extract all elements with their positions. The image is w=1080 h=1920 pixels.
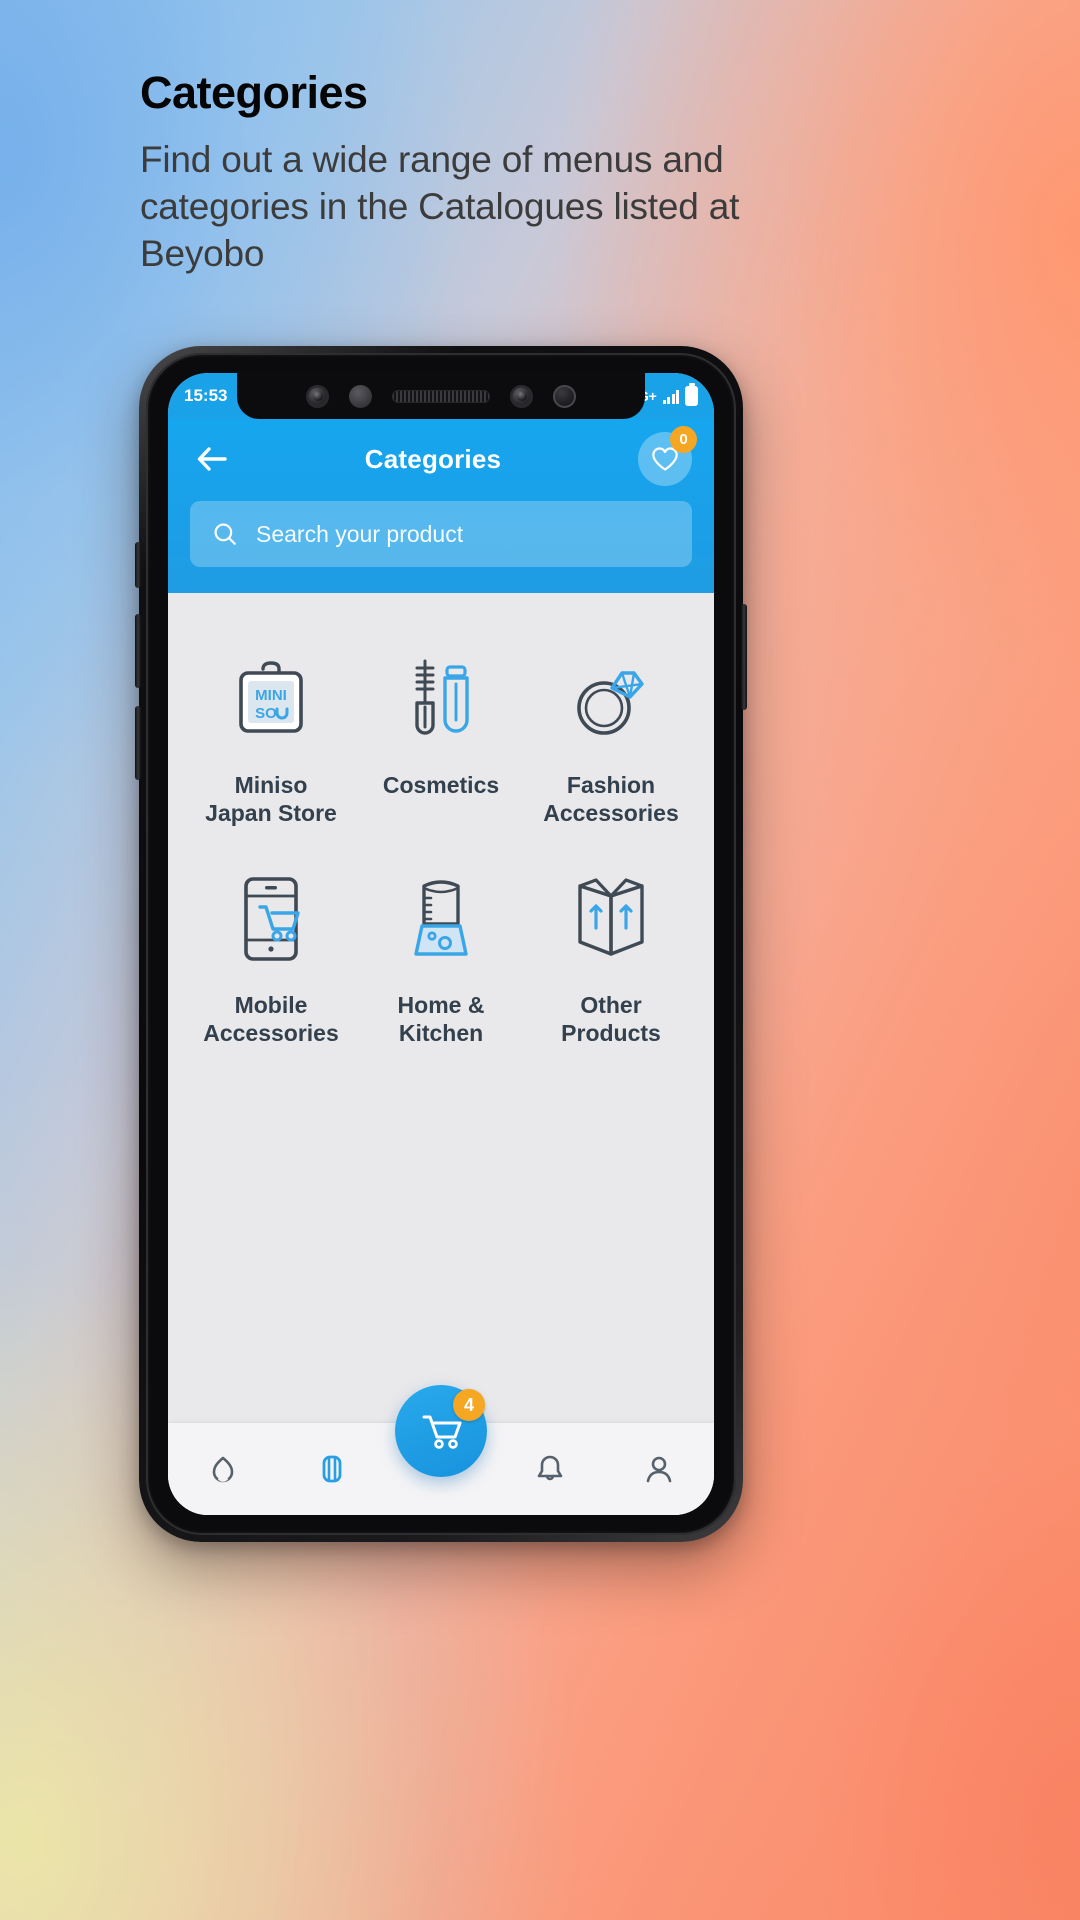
category-label: Other Products <box>561 992 661 1047</box>
phone-side-button <box>135 542 141 588</box>
miniso-bag-icon: MINI SO <box>231 653 311 745</box>
home-icon <box>212 1456 233 1483</box>
app-header: Categories 0 Search your product <box>168 419 714 593</box>
blender-icon <box>402 873 480 965</box>
battery-icon <box>685 386 698 406</box>
open-box-icon <box>566 873 656 965</box>
volume-up-button <box>135 614 141 688</box>
phone-notch <box>237 373 645 419</box>
category-grid: MINI SO Miniso Japan Store Cosmetics Fas… <box>186 653 696 1047</box>
category-label: Home & Kitchen <box>397 992 485 1047</box>
proximity-sensor-icon <box>349 384 372 408</box>
signal-bars-icon-2 <box>662 389 679 404</box>
search-input[interactable]: Search your product <box>190 501 692 567</box>
category-label: Fashion Accessories <box>543 772 679 827</box>
page-subtitle: Find out a wide range of menus and categ… <box>140 138 740 275</box>
svg-text:MINI: MINI <box>255 687 287 704</box>
categories-content: MINI SO Miniso Japan Store Cosmetics Fas… <box>168 593 714 1515</box>
category-item-other-products[interactable]: Other Products <box>526 873 696 1047</box>
status-time: 15:53 <box>184 386 228 405</box>
search-icon <box>214 523 236 545</box>
promo-text-block: Categories Find out a wide range of menu… <box>140 68 780 278</box>
category-label: Mobile Accessories <box>203 992 339 1047</box>
category-item-mobile-accessories[interactable]: Mobile Accessories <box>186 873 356 1047</box>
catalogue-icon <box>322 1455 342 1483</box>
phone-cart-icon <box>230 873 312 965</box>
category-item-fashion-accessories[interactable]: Fashion Accessories <box>526 653 696 827</box>
volume-down-button <box>135 706 141 780</box>
cart-badge: 4 <box>453 1389 485 1421</box>
nav-item-notifications[interactable] <box>496 1423 605 1515</box>
category-item-home-kitchen[interactable]: Home & Kitchen <box>356 873 526 1047</box>
phone-mockup: 15:53 4G+ <box>135 346 747 1542</box>
page-title: Categories <box>140 67 368 118</box>
category-label: Cosmetics <box>382 772 500 798</box>
secondary-camera-icon <box>510 384 533 408</box>
search-placeholder: Search your product <box>256 520 464 547</box>
category-item-miniso-japan-store[interactable]: MINI SO Miniso Japan Store <box>186 653 356 827</box>
person-icon <box>647 1456 672 1483</box>
svg-text:SO: SO <box>255 705 277 722</box>
nav-item-catalogue[interactable] <box>277 1423 386 1515</box>
category-item-cosmetics[interactable]: Cosmetics <box>356 653 526 827</box>
phone-bezel: 15:53 4G+ <box>146 353 736 1535</box>
ring-icon <box>568 653 654 745</box>
nav-item-profile[interactable] <box>605 1423 714 1515</box>
favorites-button[interactable]: 0 <box>638 426 697 486</box>
front-camera-icon <box>306 384 329 408</box>
light-sensor-icon <box>553 384 576 408</box>
phone-screen: 15:53 4G+ <box>168 373 714 1515</box>
mascara-icon <box>400 653 482 745</box>
favorites-badge: 0 <box>670 426 697 453</box>
arrow-left-icon <box>197 447 227 471</box>
nav-item-home[interactable] <box>168 1423 277 1515</box>
category-label: Miniso Japan Store <box>205 772 337 827</box>
bell-icon <box>537 1455 563 1481</box>
cart-button[interactable]: 4 <box>395 1385 487 1477</box>
app-bar-title: Categories <box>364 443 502 474</box>
power-button <box>741 604 747 710</box>
earpiece-speaker <box>392 389 490 403</box>
